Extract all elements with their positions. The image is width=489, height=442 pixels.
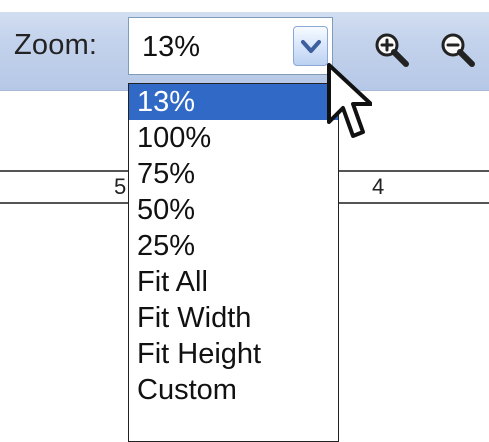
viewer-toolbar: Zoom: 13%	[0, 0, 489, 91]
ruler-value-left: 5	[114, 174, 127, 199]
zoom-out-icon[interactable]	[438, 30, 478, 70]
zoom-option-25-percent[interactable]: 25%	[129, 228, 338, 264]
zoom-select[interactable]: 13%	[128, 17, 333, 75]
ruler-value-right: 4	[372, 174, 385, 199]
zoom-options-list[interactable]: 13% 100% 75% 50% 25% Fit All Fit Width F…	[128, 83, 339, 442]
zoom-option-50-percent[interactable]: 50%	[129, 192, 338, 228]
zoom-option-custom[interactable]: Custom	[129, 372, 338, 408]
zoom-option-100-percent[interactable]: 100%	[129, 120, 338, 156]
zoom-select-value: 13%	[142, 31, 201, 63]
chevron-down-icon	[301, 40, 321, 53]
zoom-option-fit-width[interactable]: Fit Width	[129, 300, 338, 336]
zoom-option-75-percent[interactable]: 75%	[129, 156, 338, 192]
zoom-option-fit-all[interactable]: Fit All	[129, 264, 338, 300]
zoom-control-screenshot: Zoom: 13% 5 4 13% 100% 75% 50% 25% Fit A…	[0, 0, 489, 442]
zoom-option-fit-height[interactable]: Fit Height	[129, 336, 338, 372]
mouse-cursor-icon	[327, 63, 372, 138]
toolbar-top-strip	[0, 0, 489, 12]
zoom-in-icon[interactable]	[372, 30, 412, 70]
zoom-label: Zoom:	[14, 29, 98, 61]
zoom-dropdown-button[interactable]	[293, 26, 328, 66]
zoom-option-13-percent[interactable]: 13%	[129, 84, 338, 120]
